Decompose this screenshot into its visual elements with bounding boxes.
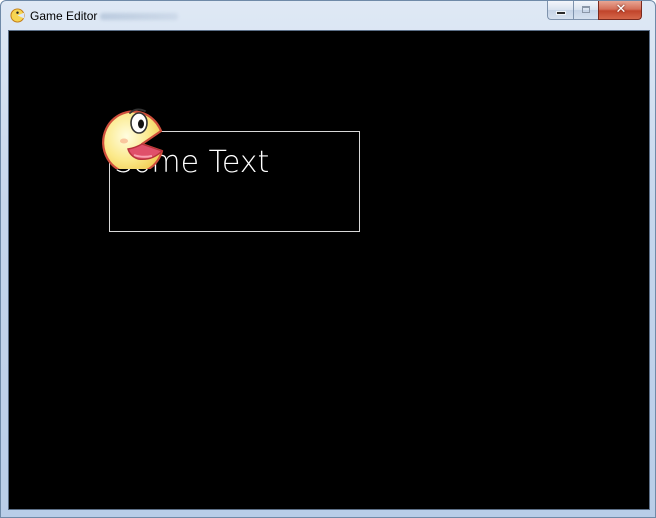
close-button[interactable]: ✕ <box>598 1 642 20</box>
title-bar[interactable]: Game Editor ✕ <box>1 1 655 30</box>
pacman-icon <box>10 8 25 23</box>
pacman-sprite-icon[interactable] <box>102 101 168 169</box>
window-controls: ✕ <box>547 1 642 21</box>
title-blurred-text <box>100 13 178 20</box>
maximize-button[interactable] <box>573 1 598 20</box>
window-title: Game Editor <box>30 9 98 23</box>
game-canvas[interactable]: Some Text <box>8 30 650 510</box>
maximize-icon <box>582 6 590 13</box>
minimize-button[interactable] <box>547 1 573 20</box>
app-window: Game Editor ✕ Some Text <box>0 0 656 518</box>
close-icon: ✕ <box>615 2 627 17</box>
minimize-icon <box>557 12 565 14</box>
